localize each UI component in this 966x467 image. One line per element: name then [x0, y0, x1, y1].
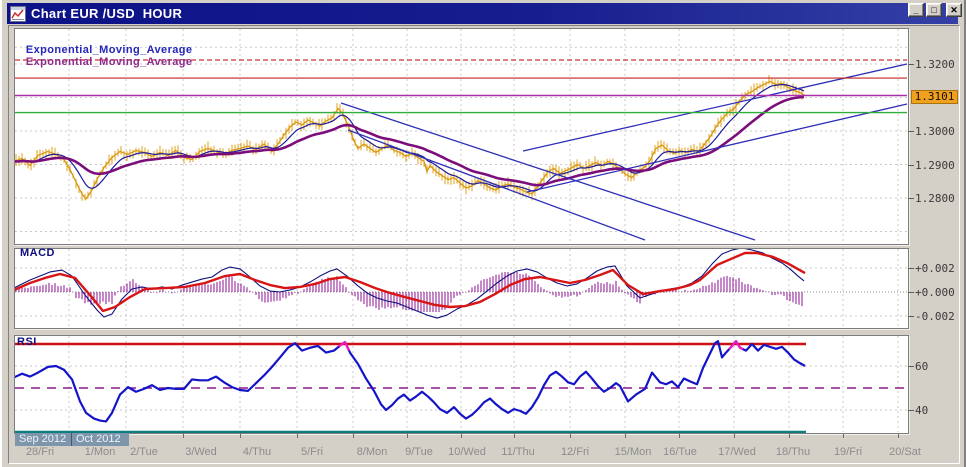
maximize-button[interactable]: □ [926, 3, 942, 17]
month-badge-oct: Oct 2012 [72, 433, 129, 446]
date-tick [183, 433, 184, 438]
date-label: 10/Wed [448, 446, 486, 458]
title-bar[interactable]: Chart EUR /USD HOUR [7, 3, 958, 24]
window-frame-left [0, 0, 2, 467]
price-axis-label: 1.3200 [915, 58, 955, 71]
rsi-label: RSI [17, 336, 37, 348]
date-label: 18/Thu [775, 446, 811, 458]
date-tick [407, 433, 408, 438]
date-tick [514, 433, 515, 438]
legend-ema-1: Exponential_Moving_Average [25, 44, 193, 56]
date-label: 28/Fri [25, 446, 55, 458]
axis-tick [908, 316, 914, 317]
legend-ema-2: Exponential_Moving_Average [25, 56, 193, 68]
minimize-button[interactable]: _ [908, 3, 924, 17]
date-tick [843, 433, 844, 438]
chart-application-window: { "window": { "title": "Chart EUR /USD H… [0, 0, 966, 467]
macd-axis-label: -0.002 [915, 310, 955, 323]
date-label: 9/Tue [405, 446, 433, 458]
axis-tick [908, 292, 914, 293]
date-tick [570, 433, 571, 438]
macd-canvas[interactable] [15, 249, 908, 328]
candle-wicks [15, 75, 803, 201]
close-button[interactable]: ✕ [946, 3, 962, 17]
date-label: 2/Tue [130, 446, 158, 458]
macd-axis-label: +0.002 [915, 262, 955, 275]
axis-tick [908, 164, 914, 166]
date-tick [898, 433, 899, 438]
date-label: 5/Fri [301, 446, 323, 458]
date-label: 8/Mon [356, 446, 388, 458]
date-label: 15/Mon [614, 446, 652, 458]
date-label: 1/Mon [84, 446, 116, 458]
date-label: 3/Wed [185, 446, 217, 458]
axis-tick [908, 64, 914, 65]
date-tick [461, 433, 462, 438]
date-tick [297, 433, 298, 438]
axis-tick [908, 268, 914, 269]
chart-line-icon [10, 5, 26, 22]
date-label: 12/Fri [560, 446, 590, 458]
rsi-axis-label: 40 [915, 404, 929, 417]
date-tick [789, 433, 790, 438]
price-axis-label: 1.2900 [915, 158, 955, 172]
month-badge-separator [71, 433, 72, 446]
date-label: 17/Wed [718, 446, 756, 458]
price-axis-label: 1.3000 [915, 125, 955, 138]
date-label: 19/Fri [833, 446, 863, 458]
axis-tick [908, 366, 914, 367]
axis-tick [908, 410, 914, 411]
price-axis-label: 1.2800 [915, 192, 955, 205]
window-controls: _ □ ✕ [906, 3, 962, 18]
rsi-axis-label: 60 [915, 360, 929, 373]
date-label: 11/Thu [501, 446, 535, 458]
macd-axis-label: +0.000 [915, 286, 955, 299]
rsi-canvas[interactable] [15, 336, 908, 433]
macd-label: MACD [20, 247, 55, 259]
date-tick [734, 433, 735, 438]
date-tick [240, 433, 241, 438]
current-price-tag: 1.3101 [911, 90, 958, 105]
indicator-legend: Exponential_Moving_Average Exponential_M… [19, 32, 202, 68]
date-tick [679, 433, 680, 438]
month-badge-sep: Sep 2012 [15, 433, 71, 446]
date-label: 16/Tue [663, 446, 697, 458]
date-label: 4/Thu [242, 446, 272, 458]
date-label: 20/Sat [889, 446, 921, 458]
date-tick [353, 433, 354, 438]
date-tick [625, 433, 626, 438]
window-title: Chart EUR /USD HOUR [31, 6, 183, 21]
axis-tick [908, 131, 914, 132]
axis-tick [908, 198, 914, 199]
